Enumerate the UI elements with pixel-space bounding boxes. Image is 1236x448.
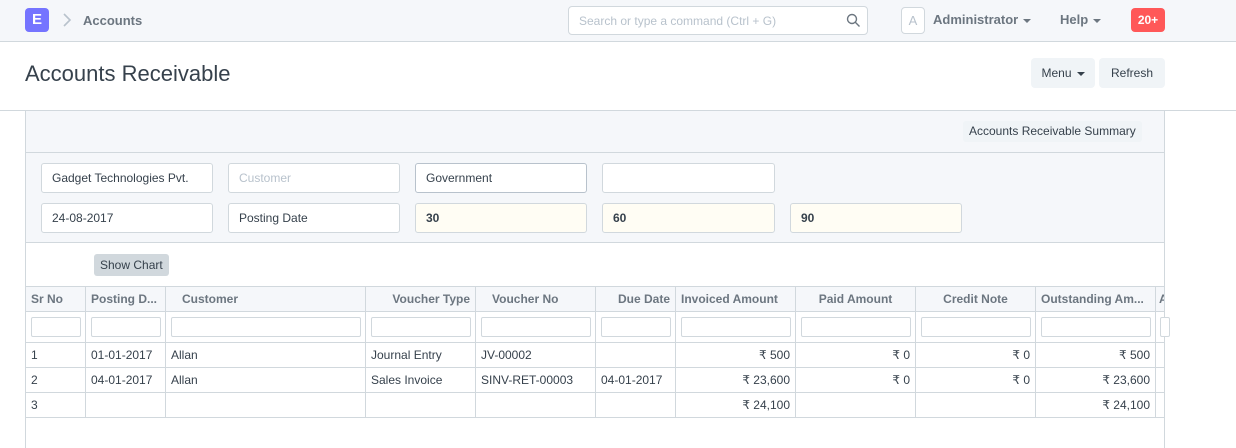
column-filter-input[interactable] [601, 317, 671, 337]
col-header-credit-note[interactable]: Credit Note [916, 287, 1036, 311]
cell-sr-no[interactable]: 1 [26, 343, 86, 367]
awesomebar [568, 6, 868, 35]
cell-outstanding-amount[interactable]: ₹ 500 [1036, 343, 1156, 367]
breadcrumb-accounts[interactable]: Accounts [83, 13, 142, 28]
cell-credit-note[interactable]: ₹ 0 [916, 368, 1036, 392]
cell-outstanding-amount[interactable]: ₹ 24,100 [1036, 393, 1156, 417]
menu-button[interactable]: Menu [1031, 58, 1095, 88]
cell-posting-date[interactable]: 01-01-2017 [86, 343, 166, 367]
help-menu[interactable]: Help [1060, 12, 1102, 27]
col-header-customer[interactable]: Customer [166, 287, 366, 311]
company-filter[interactable] [41, 163, 213, 193]
cell-customer[interactable] [166, 393, 366, 417]
page-title: Accounts Receivable [25, 61, 231, 86]
ageing-based-on-filter[interactable] [228, 203, 400, 233]
notification-badge[interactable]: 20+ [1131, 8, 1165, 32]
col-header-voucher-type[interactable]: Voucher Type [366, 287, 476, 311]
cell-voucher-type[interactable]: Journal Entry [366, 343, 476, 367]
col-header-sr-no[interactable]: Sr No [26, 287, 86, 311]
cell-posting-date[interactable] [86, 393, 166, 417]
customer-filter[interactable] [228, 163, 400, 193]
cell-posting-date[interactable]: 04-01-2017 [86, 368, 166, 392]
cell-due-date[interactable] [596, 343, 676, 367]
table-row-total[interactable]: 3 ₹ 24,100 ₹ 24,100 [26, 393, 1164, 418]
cell-voucher-no[interactable]: SINV-RET-00003 [476, 368, 596, 392]
column-filter-input[interactable] [1160, 317, 1170, 337]
cell-voucher-no[interactable] [476, 393, 596, 417]
col-header-voucher-no[interactable]: Voucher No [476, 287, 596, 311]
cell-invoiced-amount[interactable]: ₹ 23,600 [676, 368, 796, 392]
column-filter-input[interactable] [921, 317, 1031, 337]
cell-sr-no[interactable]: 3 [26, 393, 86, 417]
column-filter-input[interactable] [371, 317, 471, 337]
filter-area [26, 153, 1164, 243]
col-header-outstanding-amount[interactable]: Outstanding Am... [1036, 287, 1156, 311]
caret-down-icon [1023, 18, 1032, 23]
cell-voucher-no[interactable]: JV-00002 [476, 343, 596, 367]
user-menu-label: Administrator [933, 12, 1019, 27]
column-filter-input[interactable] [91, 317, 161, 337]
column-filter-input[interactable] [1041, 317, 1151, 337]
col-header-invoiced-amount[interactable]: Invoiced Amount [676, 287, 796, 311]
app-logo[interactable]: E [25, 8, 49, 32]
range1-filter[interactable] [415, 203, 587, 233]
cell-customer[interactable]: Allan [166, 343, 366, 367]
column-filter-input[interactable] [801, 317, 911, 337]
col-header-posting-date[interactable]: Posting D... [86, 287, 166, 311]
cell-credit-note[interactable]: ₹ 0 [916, 343, 1036, 367]
report-date-filter[interactable] [41, 203, 213, 233]
cell-outstanding-amount[interactable]: ₹ 23,600 [1036, 368, 1156, 392]
menu-button-label: Menu [1041, 66, 1072, 80]
cell-voucher-type[interactable] [366, 393, 476, 417]
cell-invoiced-amount[interactable]: ₹ 500 [676, 343, 796, 367]
cell-due-date[interactable]: 04-01-2017 [596, 368, 676, 392]
search-input[interactable] [569, 7, 839, 34]
report-toolbar: Accounts Receivable Summary [26, 111, 1164, 153]
table-row[interactable]: 2 04-01-2017 Allan Sales Invoice SINV-RE… [26, 368, 1164, 393]
grid-header: Sr No Posting D... Customer Voucher Type… [26, 286, 1164, 312]
col-header-next[interactable]: A [1156, 287, 1164, 311]
grid-filter-row [26, 312, 1170, 343]
column-filter-input[interactable] [681, 317, 791, 337]
refresh-button[interactable]: Refresh [1099, 58, 1165, 88]
show-chart-button[interactable]: Show Chart [94, 254, 169, 276]
report-panel: Accounts Receivable Summary Show Chart S… [25, 111, 1170, 448]
extra-filter[interactable] [602, 163, 775, 193]
avatar[interactable]: A [901, 7, 925, 34]
search-icon [846, 13, 860, 27]
table-row[interactable]: 1 01-01-2017 Allan Journal Entry JV-0000… [26, 343, 1164, 368]
col-header-due-date[interactable]: Due Date [596, 287, 676, 311]
help-menu-label: Help [1060, 12, 1089, 27]
column-filter-input[interactable] [481, 317, 591, 337]
navbar: E Accounts A Administrator Help 20+ [0, 0, 1236, 42]
cell-credit-note[interactable] [916, 393, 1036, 417]
receivable-summary-button[interactable]: Accounts Receivable Summary [963, 121, 1142, 142]
customer-group-filter[interactable] [415, 163, 587, 193]
chevron-right-icon [63, 13, 72, 27]
cell-paid-amount[interactable]: ₹ 0 [796, 343, 916, 367]
range3-filter[interactable] [790, 203, 962, 233]
caret-down-icon [1076, 71, 1085, 76]
cell-customer[interactable]: Allan [166, 368, 366, 392]
cell-paid-amount[interactable] [796, 393, 916, 417]
caret-down-icon [1093, 18, 1102, 23]
cell-invoiced-amount[interactable]: ₹ 24,100 [676, 393, 796, 417]
column-filter-input[interactable] [31, 317, 81, 337]
cell-due-date[interactable] [596, 393, 676, 417]
cell-voucher-type[interactable]: Sales Invoice [366, 368, 476, 392]
cell-sr-no[interactable]: 2 [26, 368, 86, 392]
user-menu[interactable]: Administrator [933, 12, 1032, 27]
column-filter-input[interactable] [171, 317, 361, 337]
cell-paid-amount[interactable]: ₹ 0 [796, 368, 916, 392]
range2-filter[interactable] [602, 203, 775, 233]
col-header-paid-amount[interactable]: Paid Amount [796, 287, 916, 311]
